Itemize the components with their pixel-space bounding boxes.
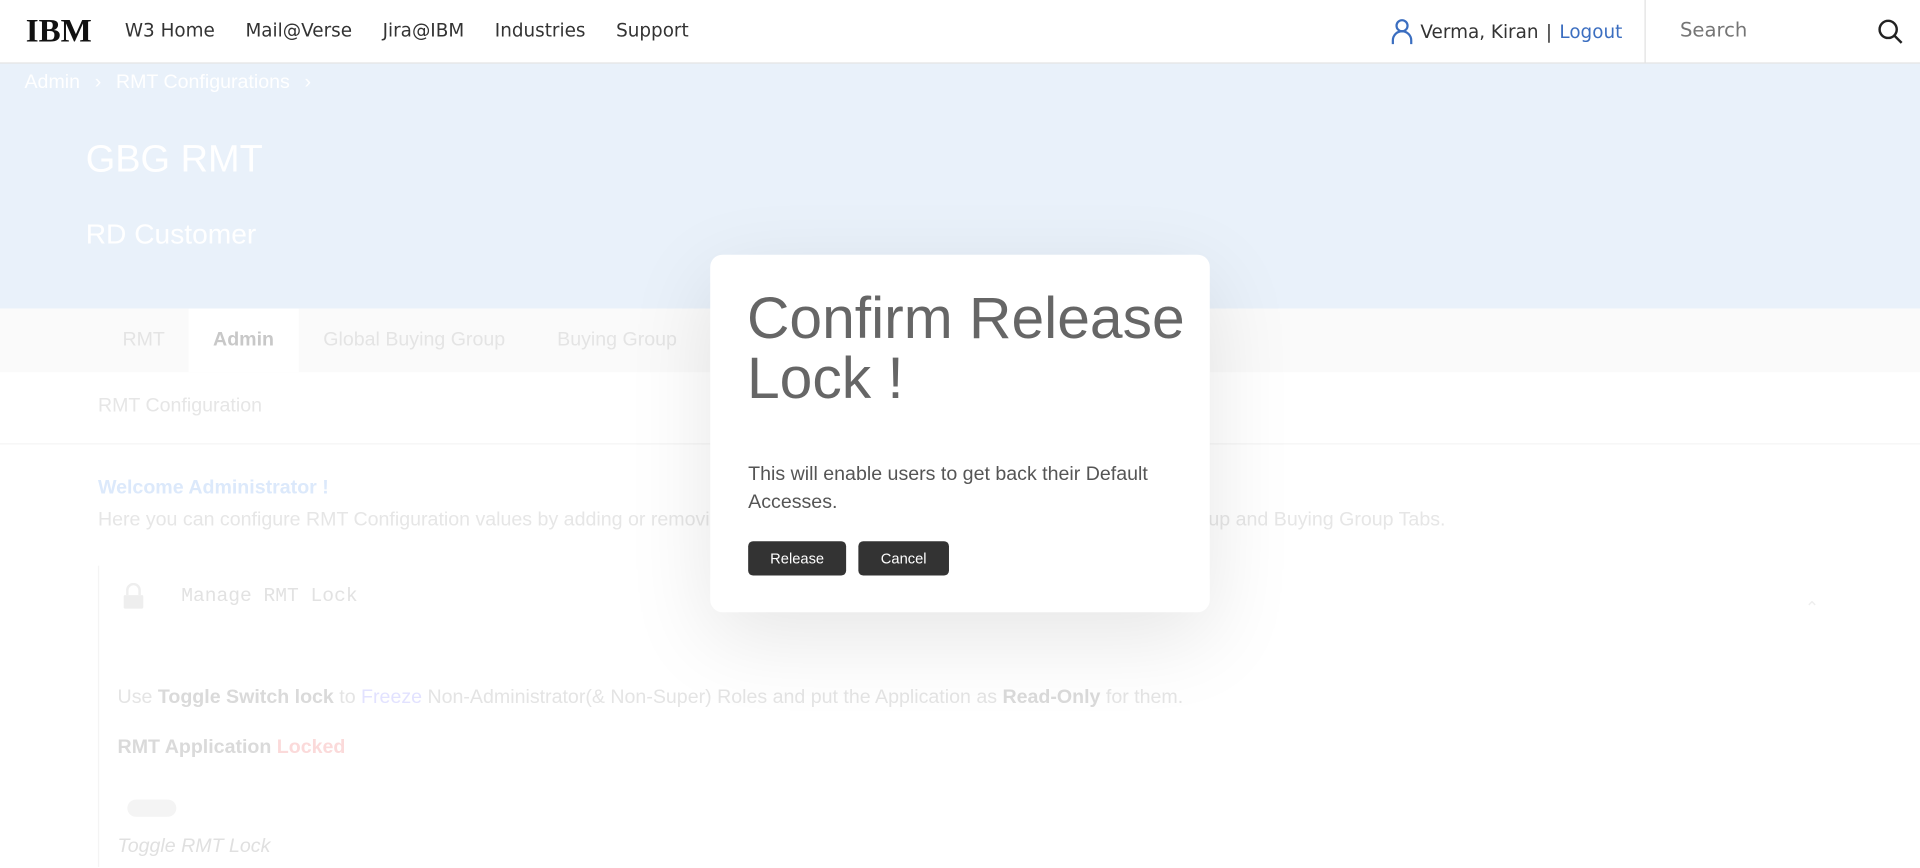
tab-buying-group[interactable]: Buying Group (533, 309, 702, 373)
user-name: Verma, Kiran (1420, 20, 1539, 43)
nav-industries[interactable]: Industries (495, 20, 586, 42)
logout-link[interactable]: Logout (1559, 21, 1622, 43)
release-button[interactable]: Release (748, 541, 847, 576)
nav-support[interactable]: Support (616, 20, 689, 42)
search-icon[interactable] (1877, 18, 1904, 45)
nav-jira[interactable]: Jira@IBM (383, 20, 465, 42)
tab-global-buying-group[interactable]: Global Buying Group (299, 309, 530, 373)
instructions: Use Toggle Switch lock to Freeze Non-Adm… (117, 686, 1184, 708)
lock-icon (123, 582, 144, 609)
user-area: Verma, Kiran | Logout (1391, 18, 1622, 45)
rmt-lock-toggle[interactable] (127, 799, 177, 817)
section-title[interactable]: Manage RMT Lock (181, 585, 357, 607)
top-bar: IBM W3 Home Mail@Verse Jira@IBM Industri… (0, 0, 1920, 64)
breadcrumb-rmt-configurations[interactable]: RMT Configurations (116, 72, 290, 94)
tab-rmt[interactable]: RMT (98, 309, 189, 373)
breadcrumb-admin[interactable]: Admin (24, 72, 80, 94)
app-status: RMT Application Locked (117, 737, 346, 758)
tab-admin[interactable]: Admin (188, 308, 299, 373)
status-badge: Locked (276, 737, 346, 758)
nav-w3-home[interactable]: W3 Home (125, 20, 215, 42)
ibm-logo[interactable]: IBM (26, 13, 102, 47)
chevron-up-icon[interactable]: ⌃ (1805, 598, 1819, 619)
separator: | (1545, 20, 1553, 43)
page-title: GBG RMT (85, 137, 263, 181)
confirm-dialog: Confirm Release Lock ! This will enable … (710, 254, 1210, 613)
main-nav: W3 Home Mail@Verse Jira@IBM Industries S… (125, 20, 689, 42)
nav-mail-verse[interactable]: Mail@Verse (245, 20, 352, 42)
subnav-rmt-configuration[interactable]: RMT Configuration (98, 396, 262, 418)
breadcrumb: Admin › RMT Configurations › (24, 72, 311, 94)
chevron-right-icon: › (94, 72, 102, 94)
welcome-heading: Welcome Administrator ! (97, 477, 329, 499)
page-subtitle: RD Customer (85, 217, 257, 250)
dialog-body: This will enable users to get back their… (748, 464, 1148, 514)
dialog-title: Confirm Release Lock ! (746, 286, 1185, 412)
search-box (1644, 0, 1920, 63)
chevron-right-icon: › (304, 72, 312, 94)
toggle-label: Toggle RMT Lock (117, 836, 271, 858)
cancel-button[interactable]: Cancel (858, 541, 949, 576)
search-input[interactable] (1677, 17, 1867, 43)
user-icon (1391, 19, 1413, 45)
